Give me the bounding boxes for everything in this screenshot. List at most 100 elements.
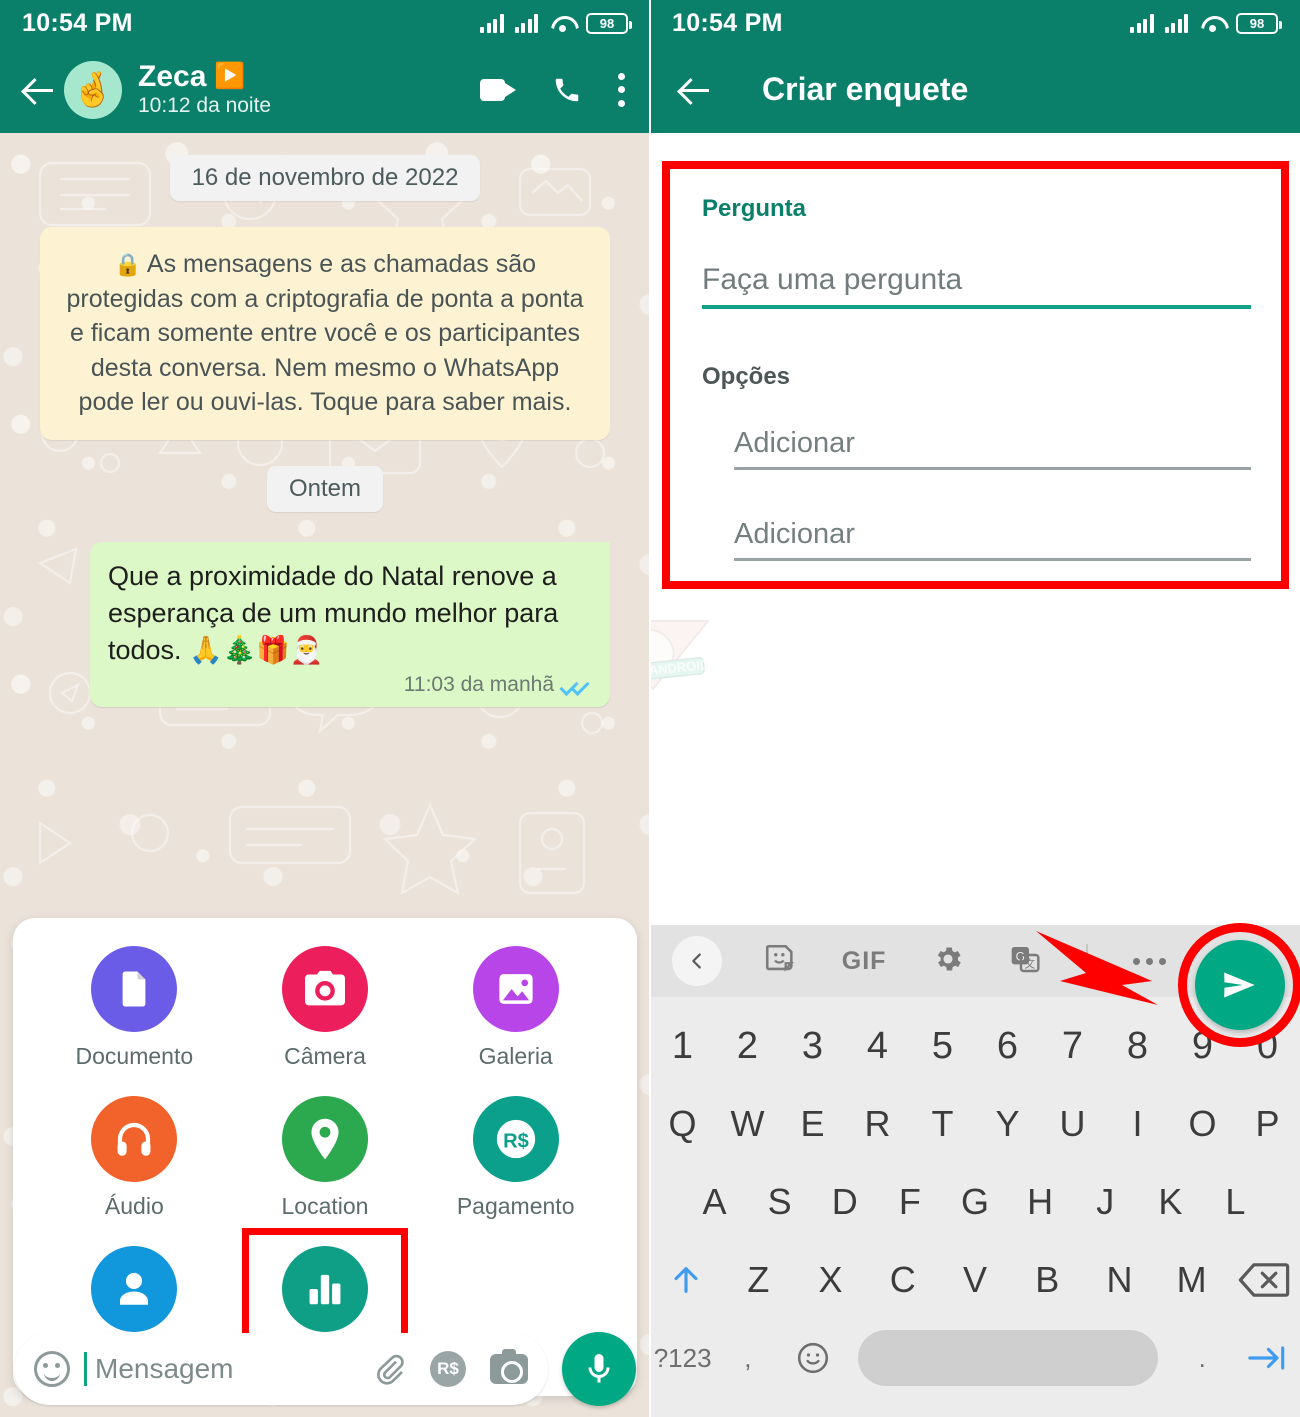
- message-input-pill[interactable]: Mensagem R$: [14, 1333, 548, 1405]
- key-A[interactable]: A: [682, 1181, 747, 1223]
- question-field[interactable]: Faça uma pergunta: [702, 263, 1251, 309]
- status-bar-right: 10:54 PM 98: [650, 0, 1300, 46]
- lock-icon: 🔒: [113, 252, 142, 277]
- back-chevron-icon[interactable]: [672, 936, 722, 986]
- key-4[interactable]: 4: [845, 1025, 910, 1068]
- key-L[interactable]: L: [1203, 1181, 1268, 1223]
- key-T[interactable]: T: [910, 1103, 975, 1145]
- send-button[interactable]: [1195, 940, 1285, 1030]
- key-U[interactable]: U: [1040, 1103, 1105, 1145]
- key-K[interactable]: K: [1138, 1181, 1203, 1223]
- space-key[interactable]: [857, 1330, 1158, 1386]
- option-input-1[interactable]: Adicionar: [734, 427, 1251, 460]
- key-C[interactable]: C: [867, 1259, 939, 1301]
- attachment-item-udio[interactable]: Áudio: [39, 1096, 230, 1220]
- contact-info[interactable]: Zeca ▶️ 10:12 da noite: [138, 61, 480, 119]
- overflow-menu-icon[interactable]: [618, 72, 626, 107]
- status-bar-icons: 98: [480, 12, 632, 34]
- key-O[interactable]: O: [1170, 1103, 1235, 1145]
- keyboard-row-asdf: ASDFGHJKL: [650, 1163, 1300, 1241]
- back-arrow-icon[interactable]: [18, 69, 60, 111]
- emoji-icon[interactable]: [34, 1351, 70, 1387]
- chat-app-bar: 🤞 Zeca ▶️ 10:12 da noite: [0, 46, 650, 133]
- key-8[interactable]: 8: [1105, 1025, 1170, 1068]
- left-screen-chat: 10:54 PM 98 🤞 Zeca ▶️ 10:12 da noite 16 …: [0, 0, 650, 1417]
- outgoing-message-text: Que a proximidade do Natal renove a espe…: [108, 560, 559, 666]
- key-R[interactable]: R: [845, 1103, 910, 1145]
- app-bar-actions: [480, 72, 632, 107]
- comma-key[interactable]: ,: [715, 1343, 780, 1374]
- encryption-notice[interactable]: 🔒 As mensagens e as chamadas são protegi…: [40, 227, 610, 440]
- key-N[interactable]: N: [1083, 1259, 1155, 1301]
- camera-icon[interactable]: [490, 1349, 528, 1384]
- input-pill-icons: R$: [374, 1349, 528, 1387]
- key-3[interactable]: 3: [780, 1025, 845, 1068]
- microphone-button[interactable]: [562, 1332, 636, 1406]
- signal-strength-icon-2: [514, 13, 538, 33]
- avatar[interactable]: 🤞: [64, 60, 122, 119]
- attachment-item-label: Galeria: [478, 1043, 553, 1069]
- outgoing-message-bubble[interactable]: Que a proximidade do Natal renove a espe…: [90, 541, 610, 708]
- option-field-2[interactable]: Adicionar: [734, 518, 1251, 561]
- keyboard-key-rows: 1234567890 QWERTYUIOP ASDFGHJKL ZXCVBNM …: [650, 997, 1300, 1397]
- back-arrow-icon[interactable]: [674, 69, 716, 111]
- keyboard-row-zxcv: ZXCVBNM: [650, 1241, 1300, 1319]
- attachment-item-location[interactable]: Location: [230, 1096, 421, 1220]
- backspace-key[interactable]: [1228, 1261, 1300, 1299]
- poll-form-area: Pergunta Faça uma pergunta Opções Adicio…: [650, 133, 1300, 1417]
- key-B[interactable]: B: [1011, 1259, 1083, 1301]
- key-Q[interactable]: Q: [650, 1103, 715, 1145]
- key-7[interactable]: 7: [1040, 1025, 1105, 1068]
- question-input[interactable]: Faça uma pergunta: [702, 263, 1251, 297]
- symbols-key[interactable]: ?123: [650, 1343, 715, 1374]
- key-X[interactable]: X: [794, 1259, 866, 1301]
- key-1[interactable]: 1: [650, 1025, 715, 1068]
- key-W[interactable]: W: [715, 1103, 780, 1145]
- key-H[interactable]: H: [1008, 1181, 1073, 1223]
- phone-call-icon[interactable]: [552, 75, 582, 105]
- poll-app-bar: Criar enquete: [650, 46, 1300, 133]
- sticker-icon[interactable]: [763, 942, 797, 981]
- video-call-icon[interactable]: [480, 77, 516, 103]
- key-P[interactable]: P: [1235, 1103, 1300, 1145]
- key-2[interactable]: 2: [715, 1025, 780, 1068]
- poll-form-inner: Pergunta Faça uma pergunta Opções Adicio…: [670, 169, 1281, 561]
- keyboard-row-qwerty: QWERTYUIOP: [650, 1085, 1300, 1163]
- message-meta: 11:03 da manhã: [108, 673, 592, 697]
- status-bar-clock: 10:54 PM: [672, 8, 783, 37]
- key-I[interactable]: I: [1105, 1103, 1170, 1145]
- key-6[interactable]: 6: [975, 1025, 1040, 1068]
- shift-key[interactable]: [650, 1261, 722, 1299]
- attachment-item-cmera[interactable]: Câmera: [230, 946, 421, 1070]
- key-Y[interactable]: Y: [975, 1103, 1040, 1145]
- real-currency-icon[interactable]: R$: [430, 1351, 466, 1387]
- key-Z[interactable]: Z: [722, 1259, 794, 1301]
- enter-key[interactable]: [1235, 1342, 1300, 1374]
- attachment-item-label: Documento: [75, 1043, 194, 1069]
- option-input-2[interactable]: Adicionar: [734, 518, 1251, 551]
- screen-divider: [649, 0, 651, 1417]
- key-D[interactable]: D: [812, 1181, 877, 1223]
- read-receipt-icon: [562, 676, 592, 694]
- message-input[interactable]: Mensagem: [95, 1353, 360, 1385]
- key-M[interactable]: M: [1156, 1259, 1228, 1301]
- key-F[interactable]: F: [877, 1181, 942, 1223]
- signal-strength-icon-1: [1130, 13, 1154, 33]
- gif-button[interactable]: GIF: [842, 947, 887, 976]
- key-5[interactable]: 5: [910, 1025, 975, 1068]
- option-field-1[interactable]: Adicionar: [734, 427, 1251, 470]
- paperclip-icon[interactable]: [374, 1352, 406, 1386]
- key-V[interactable]: V: [939, 1259, 1011, 1301]
- key-G[interactable]: G: [942, 1181, 1007, 1223]
- key-S[interactable]: S: [747, 1181, 812, 1223]
- key-J[interactable]: J: [1073, 1181, 1138, 1223]
- emoji-key-icon[interactable]: [780, 1340, 845, 1376]
- camera-icon: [281, 946, 368, 1032]
- gear-icon[interactable]: [932, 943, 964, 980]
- attachment-item-documento[interactable]: Documento: [39, 946, 230, 1070]
- key-E[interactable]: E: [780, 1103, 845, 1145]
- contact-name-row: Zeca ▶️: [138, 61, 480, 93]
- attachment-item-pagamento[interactable]: R$ Pagamento: [420, 1096, 611, 1220]
- attachment-item-galeria[interactable]: Galeria: [420, 946, 611, 1070]
- period-key[interactable]: .: [1170, 1343, 1235, 1374]
